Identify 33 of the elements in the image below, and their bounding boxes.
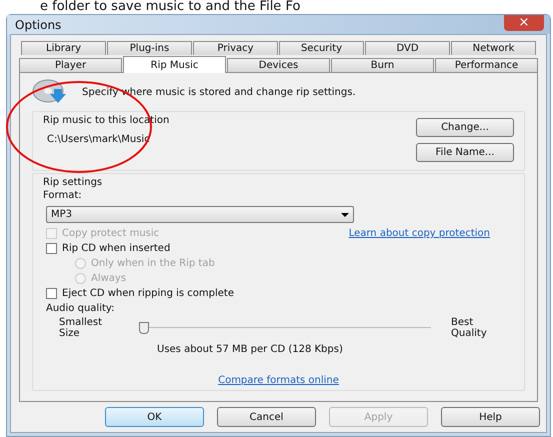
tab[interactable]: Privacy	[193, 41, 278, 55]
checkbox-option[interactable]: Eject CD when ripping is complete	[46, 286, 234, 301]
dialog-button[interactable]: Help	[441, 407, 540, 427]
usage-text: Uses about 57 MB per CD (128 Kbps)	[157, 343, 344, 357]
compare-formats-link[interactable]: Compare formats online	[218, 373, 339, 388]
quality-slider[interactable]	[139, 322, 431, 334]
window-title: Options	[15, 16, 62, 34]
tab[interactable]: Devices	[227, 58, 330, 72]
dialog-button[interactable]: File Name...	[416, 143, 514, 162]
slider-min-label: Smallest Size	[59, 317, 104, 339]
close-button[interactable]: ×	[504, 14, 544, 30]
group-title: Rip settings	[43, 176, 104, 189]
tab[interactable]: Library	[21, 41, 106, 55]
tab[interactable]: Network	[451, 41, 536, 55]
dialog-button[interactable]: OK	[105, 407, 204, 427]
caption-text: e folder to save music to and the File Fo	[39, 0, 302, 14]
tab[interactable]: Player	[19, 58, 122, 72]
copy-protection-link[interactable]: Learn about copy protection	[348, 226, 490, 241]
tab[interactable]: Plug-ins	[107, 41, 192, 55]
tab[interactable]: DVD	[365, 41, 450, 55]
slider-max-label: Best Quality	[451, 317, 488, 339]
tab[interactable]: Security	[279, 41, 364, 55]
tab[interactable]: Performance	[435, 58, 538, 72]
tab[interactable]: Rip Music	[123, 56, 226, 73]
format-label: Format:	[43, 189, 83, 203]
dialog-button[interactable]: Change...	[416, 118, 514, 137]
dropdown-arrow-icon	[341, 212, 349, 216]
dialog-button[interactable]: Cancel	[217, 407, 316, 427]
slider-thumb[interactable]	[139, 322, 149, 334]
audio-quality-label: Audio quality:	[46, 302, 116, 316]
tab[interactable]: Burn	[331, 58, 434, 72]
checkbox-option[interactable]: Rip CD when inserted	[46, 241, 170, 256]
format-dropdown[interactable]: MP3	[46, 206, 354, 223]
